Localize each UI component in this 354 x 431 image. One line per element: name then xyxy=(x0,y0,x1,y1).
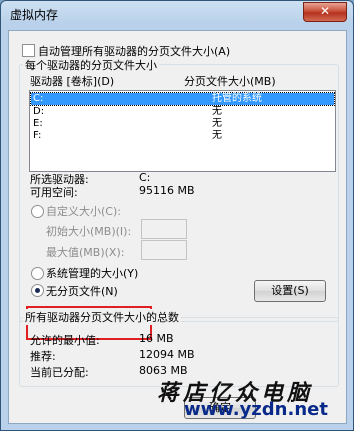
watermark-url: www.yzdn.net xyxy=(184,399,328,420)
list-item[interactable]: E: 无 xyxy=(31,118,334,130)
dialog-client: 自动管理所有驱动器的分页文件大小(A) 每个驱动器的分页文件大小 驱动器 [卷标… xyxy=(8,30,347,424)
no-paging-radio[interactable] xyxy=(31,284,44,297)
size-cell: 托管的系统 xyxy=(212,93,262,104)
title-bar: 虚拟内存 ✕ xyxy=(1,1,353,27)
drive-cell: E: xyxy=(33,118,43,129)
initial-size-input[interactable] xyxy=(141,219,187,239)
size-cell: 无 xyxy=(212,130,222,141)
close-icon: ✕ xyxy=(319,4,331,18)
list-item[interactable]: C: 托管的系统 xyxy=(30,92,335,106)
drive-cell: F: xyxy=(33,130,42,141)
col-size-header: 分页文件大小(MB) xyxy=(184,75,276,88)
auto-manage-checkbox[interactable] xyxy=(22,44,35,57)
size-cell: 无 xyxy=(212,106,222,117)
size-cell: 无 xyxy=(212,118,222,129)
drive-group-title: 每个驱动器的分页文件大小 xyxy=(23,57,159,73)
no-paging-label[interactable]: 无分页文件(N) xyxy=(46,283,118,299)
min-value: 16 MB xyxy=(139,332,174,345)
set-button[interactable]: 设置(S) xyxy=(254,280,326,302)
list-item[interactable]: F: 无 xyxy=(31,130,334,142)
selected-drive-value: C: xyxy=(139,171,151,184)
drive-cell: D: xyxy=(33,106,45,117)
initial-size-label: 初始大小(MB)(I): xyxy=(46,225,132,238)
recommended-label: 推荐: xyxy=(30,350,56,363)
free-space-label: 可用空间: xyxy=(30,186,78,199)
system-managed-radio[interactable] xyxy=(31,267,44,280)
col-drive-header: 驱动器 [卷标](D) xyxy=(30,75,115,88)
min-label: 允许的最小值: xyxy=(30,334,100,347)
free-space-value: 95116 MB xyxy=(139,184,195,197)
drive-list[interactable]: C: 托管的系统 D: 无 E: 无 F: 无 xyxy=(29,90,336,172)
max-size-label: 最大值(MB)(X): xyxy=(46,246,125,259)
list-item[interactable]: D: 无 xyxy=(31,106,334,118)
virtual-memory-dialog: 虚拟内存 ✕ 自动管理所有驱动器的分页文件大小(A) 每个驱动器的分页文件大小 … xyxy=(0,0,354,431)
custom-size-label[interactable]: 自定义大小(C): xyxy=(46,203,121,219)
max-size-input[interactable] xyxy=(141,240,187,260)
custom-size-radio[interactable] xyxy=(31,205,44,218)
recommended-value: 12094 MB xyxy=(139,348,195,361)
system-managed-label[interactable]: 系统管理的大小(Y) xyxy=(46,265,138,281)
close-button[interactable]: ✕ xyxy=(303,2,347,22)
totals-group-title: 所有驱动器分页文件大小的总数 xyxy=(23,309,181,325)
current-label: 当前已分配: xyxy=(30,366,89,379)
window-title: 虚拟内存 xyxy=(10,8,59,22)
drive-cell: C: xyxy=(33,93,44,104)
